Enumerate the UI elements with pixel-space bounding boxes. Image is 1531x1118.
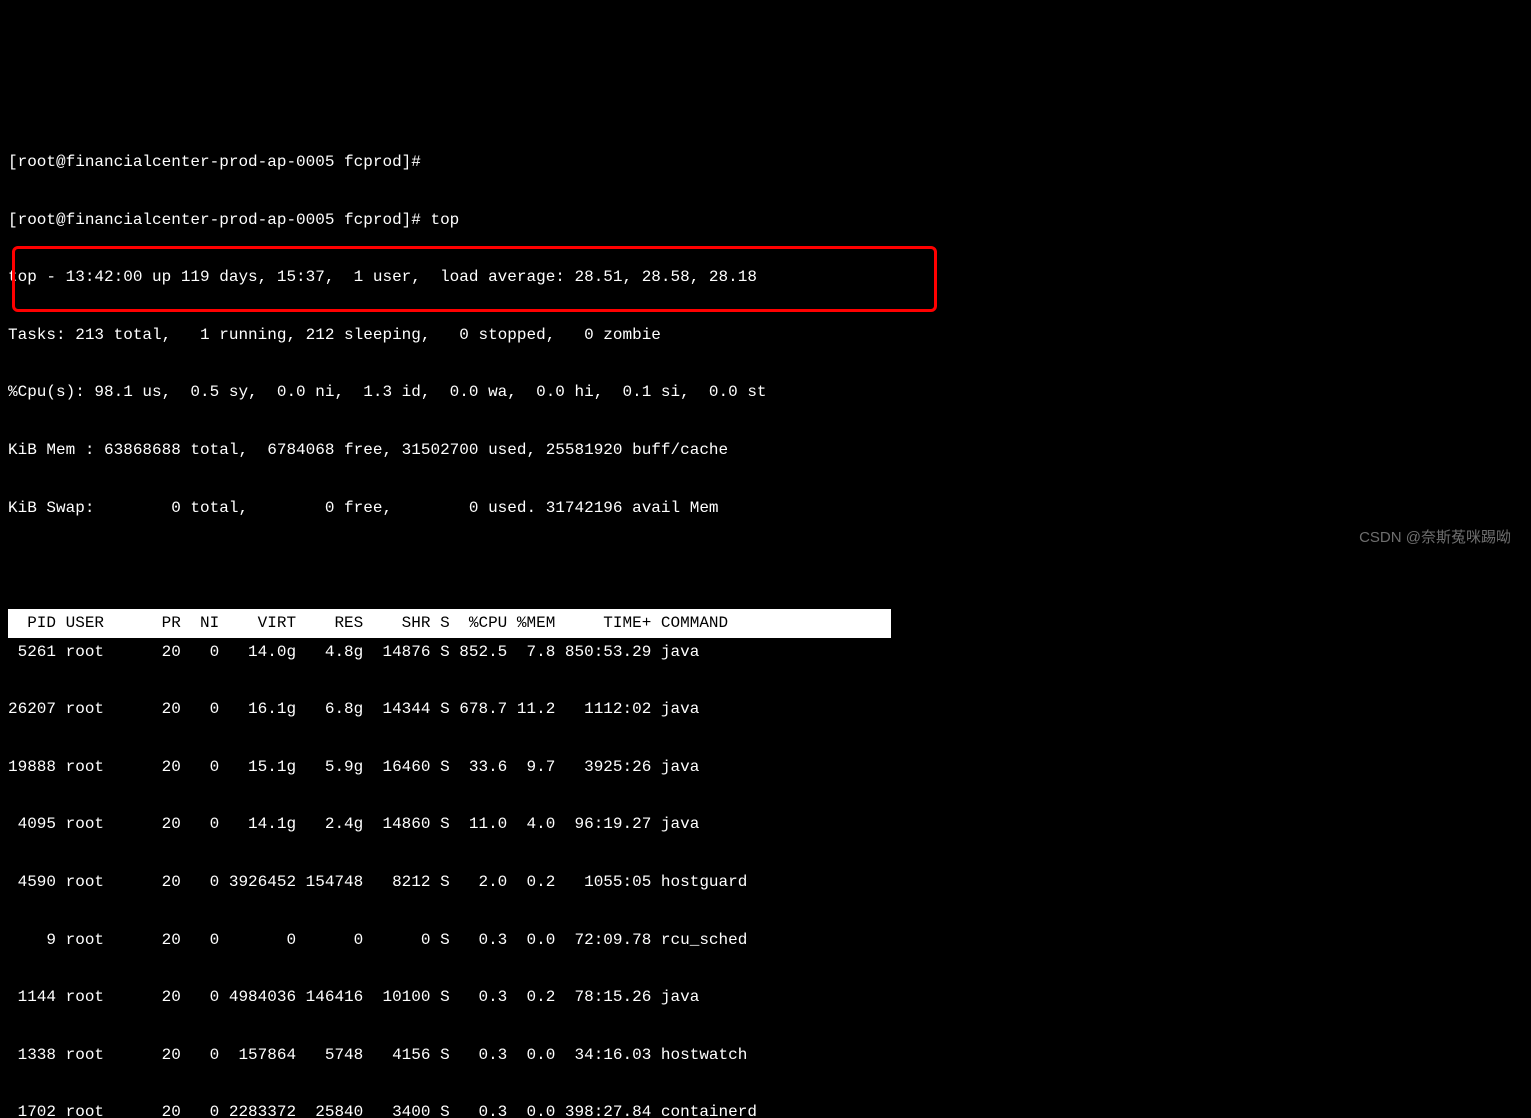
process-row: 19888 root 20 0 15.1g 5.9g 16460 S 33.6 … — [8, 753, 1523, 782]
top-summary-line: top - 13:42:00 up 119 days, 15:37, 1 use… — [8, 263, 1523, 292]
process-row: 4095 root 20 0 14.1g 2.4g 14860 S 11.0 4… — [8, 810, 1523, 839]
process-row: 1702 root 20 0 2283372 25840 3400 S 0.3 … — [8, 1098, 1523, 1118]
process-row: 5261 root 20 0 14.0g 4.8g 14876 S 852.5 … — [8, 638, 1523, 667]
blank-line — [8, 551, 1523, 580]
process-row: 26207 root 20 0 16.1g 6.8g 14344 S 678.7… — [8, 695, 1523, 724]
top-swap-line: KiB Swap: 0 total, 0 free, 0 used. 31742… — [8, 494, 1523, 523]
top-mem-line: KiB Mem : 63868688 total, 6784068 free, … — [8, 436, 1523, 465]
top-header-row: PID USER PR NI VIRT RES SHR S %CPU %MEM … — [8, 609, 891, 638]
process-row: 4590 root 20 0 3926452 154748 8212 S 2.0… — [8, 868, 1523, 897]
process-row: 1144 root 20 0 4984036 146416 10100 S 0.… — [8, 983, 1523, 1012]
terminal-output[interactable]: [root@financialcenter-prod-ap-0005 fcpro… — [0, 115, 1531, 1118]
shell-command: [root@financialcenter-prod-ap-0005 fcpro… — [8, 206, 1523, 235]
shell-prompt: [root@financialcenter-prod-ap-0005 fcpro… — [8, 148, 1523, 177]
watermark-text: CSDN @奈斯菟咪踢呦 — [1359, 524, 1511, 551]
top-cpu-line: %Cpu(s): 98.1 us, 0.5 sy, 0.0 ni, 1.3 id… — [8, 378, 1523, 407]
process-row: 1338 root 20 0 157864 5748 4156 S 0.3 0.… — [8, 1041, 1523, 1070]
process-row: 9 root 20 0 0 0 0 S 0.3 0.0 72:09.78 rcu… — [8, 926, 1523, 955]
top-tasks-line: Tasks: 213 total, 1 running, 212 sleepin… — [8, 321, 1523, 350]
